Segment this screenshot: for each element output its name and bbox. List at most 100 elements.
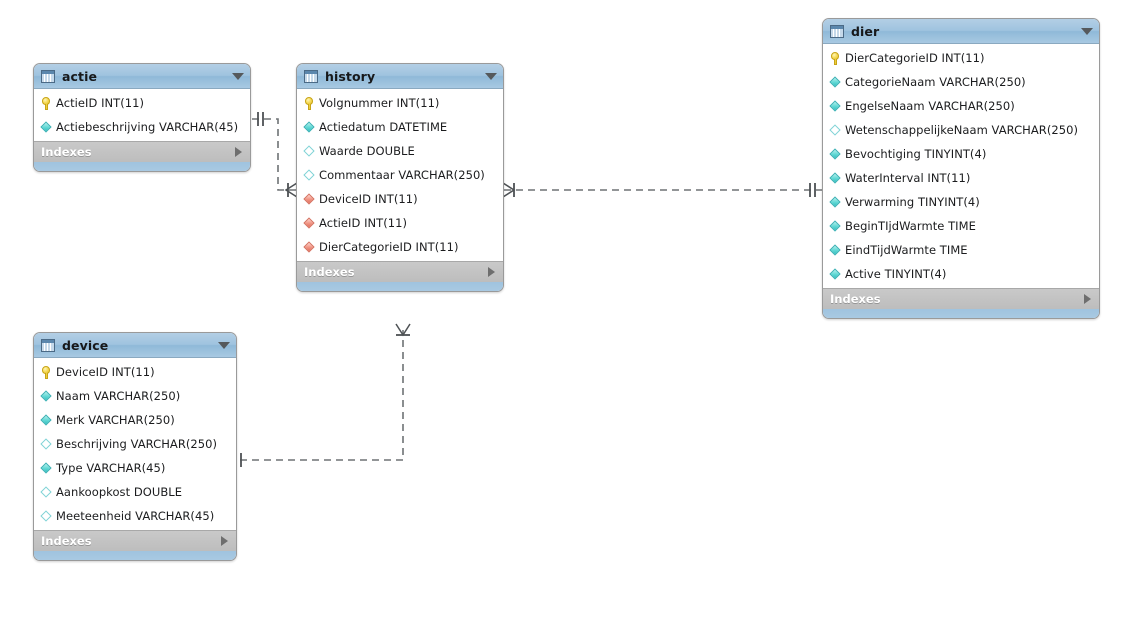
column-row[interactable]: Verwarming TINYINT(4) [823,190,1099,214]
column-label: EngelseNaam VARCHAR(250) [845,99,1015,113]
column-label: DeviceID INT(11) [56,365,155,379]
column-row[interactable]: WetenschappelijkeNaam VARCHAR(250) [823,118,1099,142]
diamond-icon [830,196,841,209]
column-row[interactable]: Naam VARCHAR(250) [34,384,236,408]
table-dier-indexes[interactable]: Indexes [823,288,1099,309]
column-label: Verwarming TINYINT(4) [845,195,980,209]
column-row[interactable]: DeviceID INT(11) [34,360,236,384]
relationship-history-dier [502,182,822,198]
key-icon [41,96,52,110]
table-device-title: device [62,337,109,353]
diamond-icon [41,414,52,427]
column-row[interactable]: Beschrijving VARCHAR(250) [34,432,236,456]
table-device-header[interactable]: device [34,333,236,358]
key-icon [41,365,52,379]
column-label: ActieID INT(11) [56,96,145,110]
column-row[interactable]: BeginTIjdWarmte TIME [823,214,1099,238]
column-row[interactable]: Active TINYINT(4) [823,262,1099,286]
column-label: Aankoopkost DOUBLE [56,485,183,499]
table-dier-title: dier [851,23,880,39]
table-icon [41,338,55,352]
column-row[interactable]: EngelseNaam VARCHAR(250) [823,94,1099,118]
diamond-icon [304,121,315,134]
column-row[interactable]: DierCategorieID INT(11) [823,46,1099,70]
diamond-icon [304,217,315,230]
table-actie-header[interactable]: actie [34,64,250,89]
table-icon [830,24,844,38]
indexes-label: Indexes [830,292,881,306]
column-row[interactable]: ActieID INT(11) [34,91,250,115]
table-actie[interactable]: actie ActieID INT(11) Actiebeschrijving … [33,63,251,172]
column-row[interactable]: Actiedatum DATETIME [297,115,503,139]
chevron-right-icon[interactable] [235,147,242,157]
column-label: Merk VARCHAR(250) [56,413,175,427]
table-icon [41,69,55,83]
column-row[interactable]: CategorieNaam VARCHAR(250) [823,70,1099,94]
relationship-actie-history [252,112,298,198]
key-icon [830,51,841,65]
indexes-label: Indexes [41,145,92,159]
diamond-icon [830,100,841,113]
diamond-icon [830,76,841,89]
diamond-icon [41,462,52,475]
column-label: Active TINYINT(4) [845,267,947,281]
diamond-icon [830,148,841,161]
indexes-label: Indexes [41,534,92,548]
table-dier-header[interactable]: dier [823,19,1099,44]
column-row[interactable]: Actiebeschrijving VARCHAR(45) [34,115,250,139]
chevron-down-icon[interactable] [218,341,230,349]
chevron-down-icon[interactable] [485,72,497,80]
table-history[interactable]: history Volgnummer INT(11) Actiedatum DA… [296,63,504,292]
table-actie-indexes[interactable]: Indexes [34,141,250,162]
chevron-right-icon[interactable] [1084,294,1091,304]
chevron-right-icon[interactable] [221,536,228,546]
chevron-right-icon[interactable] [488,267,495,277]
indexes-label: Indexes [304,265,355,279]
column-label: Meeteenheid VARCHAR(45) [56,509,215,523]
table-device-indexes[interactable]: Indexes [34,530,236,551]
table-device-columns: DeviceID INT(11) Naam VARCHAR(250) Merk … [34,358,236,530]
table-dier-columns: DierCategorieID INT(11) CategorieNaam VA… [823,44,1099,288]
diamond-icon [304,193,315,206]
column-row[interactable]: Aankoopkost DOUBLE [34,480,236,504]
column-label: Volgnummer INT(11) [319,96,440,110]
diamond-icon [304,241,315,254]
table-history-indexes[interactable]: Indexes [297,261,503,282]
column-label: WaterInterval INT(11) [845,171,971,185]
column-row[interactable]: WaterInterval INT(11) [823,166,1099,190]
column-row[interactable]: EindTijdWarmte TIME [823,238,1099,262]
column-label: DierCategorieID INT(11) [845,51,985,65]
column-row[interactable]: Volgnummer INT(11) [297,91,503,115]
column-label: WetenschappelijkeNaam VARCHAR(250) [845,123,1079,137]
column-row[interactable]: ActieID INT(11) [297,211,503,235]
column-row[interactable]: DierCategorieID INT(11) [297,235,503,259]
column-label: CategorieNaam VARCHAR(250) [845,75,1026,89]
column-label: Type VARCHAR(45) [56,461,166,475]
column-row[interactable]: Commentaar VARCHAR(250) [297,163,503,187]
column-label: Actiebeschrijving VARCHAR(45) [56,120,239,134]
column-row[interactable]: Meeteenheid VARCHAR(45) [34,504,236,528]
er-diagram-canvas[interactable]: actie ActieID INT(11) Actiebeschrijving … [0,0,1135,623]
chevron-down-icon[interactable] [1081,27,1093,35]
key-icon [304,96,315,110]
column-label: Bevochtiging TINYINT(4) [845,147,987,161]
diamond-icon [830,220,841,233]
column-row[interactable]: Bevochtiging TINYINT(4) [823,142,1099,166]
table-actie-columns: ActieID INT(11) Actiebeschrijving VARCHA… [34,89,250,141]
table-footer [34,162,250,171]
chevron-down-icon[interactable] [232,72,244,80]
table-dier[interactable]: dier DierCategorieID INT(11) CategorieNa… [822,18,1100,319]
column-label: Naam VARCHAR(250) [56,389,181,403]
table-history-header[interactable]: history [297,64,503,89]
column-row[interactable]: DeviceID INT(11) [297,187,503,211]
relationship-device-history [235,323,411,467]
table-device[interactable]: device DeviceID INT(11) Naam VARCHAR(250… [33,332,237,561]
column-row[interactable]: Merk VARCHAR(250) [34,408,236,432]
table-footer [297,282,503,291]
column-row[interactable]: Type VARCHAR(45) [34,456,236,480]
diamond-icon [830,124,841,137]
diamond-icon [41,486,52,499]
column-row[interactable]: Waarde DOUBLE [297,139,503,163]
column-label: DeviceID INT(11) [319,192,418,206]
table-history-columns: Volgnummer INT(11) Actiedatum DATETIME W… [297,89,503,261]
